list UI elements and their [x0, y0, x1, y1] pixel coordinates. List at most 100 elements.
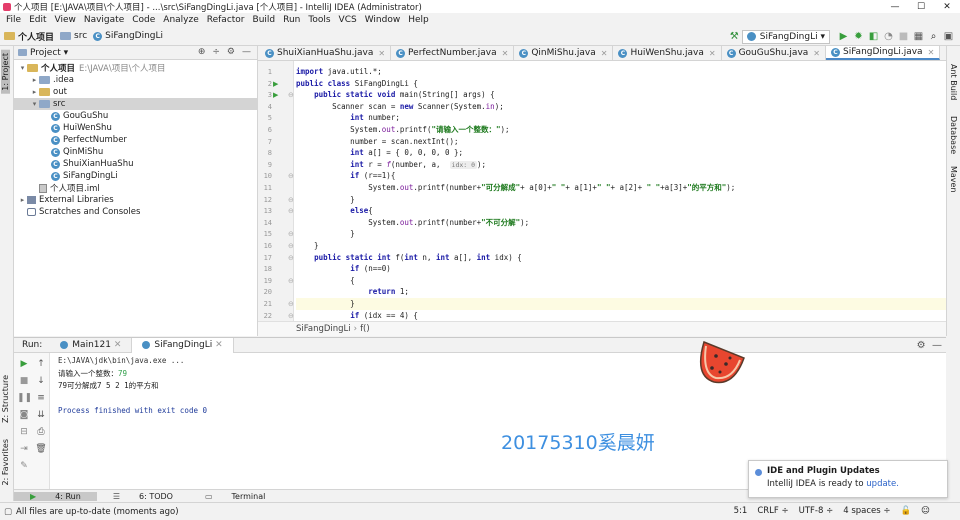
- code-line[interactable]: else{: [296, 205, 946, 217]
- console-output[interactable]: E:\JAVA\jdk\bin\java.exe ... 请输入一个整数：79 79…: [58, 355, 207, 418]
- fold-icon[interactable]: ⊖: [288, 196, 294, 204]
- bottom-tab-todo[interactable]: ☰ 6: TODO: [97, 492, 189, 501]
- pin-icon[interactable]: ✎: [17, 461, 31, 471]
- tree-node[interactable]: GouGuShu: [14, 110, 257, 122]
- run-settings-icon[interactable]: ⚙ —: [917, 340, 942, 351]
- run-gutter-icon[interactable]: ▶: [273, 91, 278, 99]
- editor-tab[interactable]: ShuiXianHuaShu.java ✕: [260, 46, 392, 60]
- close-tab-icon[interactable]: ✕: [215, 340, 223, 350]
- code-line[interactable]: }: [296, 228, 946, 240]
- scroll-up-icon[interactable]: ↑: [34, 359, 48, 369]
- breadcrumb-src[interactable]: src: [60, 31, 87, 41]
- tree-node[interactable]: ▾ src: [14, 98, 257, 110]
- run-tab-sifangdingli[interactable]: SiFangDingLi ✕: [132, 337, 234, 353]
- fold-icon[interactable]: ⊖: [288, 300, 294, 308]
- run-icon[interactable]: ▶: [836, 29, 851, 44]
- bottom-tab-terminal[interactable]: ▭ Terminal: [189, 492, 281, 501]
- code-line[interactable]: int a[] = { 0, 0, 0, 0 };: [296, 147, 946, 159]
- stop-icon[interactable]: ■: [896, 29, 911, 44]
- breadcrumb-project[interactable]: 个人项目: [4, 30, 54, 43]
- stop-icon[interactable]: ■: [17, 376, 31, 386]
- update-notification[interactable]: IDE and Plugin Updates IntelliJ IDEA is …: [748, 460, 948, 498]
- close-tab-icon[interactable]: ✕: [378, 49, 385, 58]
- fold-icon[interactable]: ⊖: [288, 172, 294, 180]
- menu-file[interactable]: File: [2, 15, 25, 25]
- code-line[interactable]: return 1;: [296, 286, 946, 298]
- close-tab-icon[interactable]: ✕: [502, 49, 509, 58]
- run-config-select[interactable]: SiFangDingLi ▾: [741, 29, 830, 44]
- coverage-icon[interactable]: ◧: [866, 29, 881, 44]
- fold-icon[interactable]: ⊖: [288, 254, 294, 262]
- tree-node[interactable]: Scratches and Consoles: [14, 206, 257, 218]
- code-line[interactable]: if (r==1){: [296, 170, 946, 182]
- code-line[interactable]: int number;: [296, 112, 946, 124]
- expand-arrow-icon[interactable]: ▾: [30, 100, 39, 108]
- collapse-icon[interactable]: ÷: [212, 47, 220, 57]
- caret-position[interactable]: 5:1: [734, 506, 748, 516]
- editor-tab[interactable]: GouGuShu.java ✕: [722, 46, 826, 60]
- breadcrumb-file[interactable]: SiFangDingLi: [93, 31, 163, 41]
- code-line[interactable]: public static void main(String[] args) {: [296, 89, 946, 101]
- close-tab-icon[interactable]: ✕: [709, 49, 716, 58]
- favorites-tool-tab[interactable]: 2: Favorites: [1, 436, 10, 488]
- database-tool-tab[interactable]: Database: [949, 116, 958, 154]
- code-line[interactable]: if (n==0): [296, 263, 946, 275]
- code-area[interactable]: import java.util.*; public class SiFangDi…: [296, 61, 946, 321]
- tree-node[interactable]: ▸ out: [14, 86, 257, 98]
- editor-tab[interactable]: HuiWenShu.java ✕: [613, 46, 722, 60]
- gear-icon[interactable]: ⚙: [227, 47, 235, 57]
- maven-tool-tab[interactable]: Maven: [949, 166, 958, 193]
- menu-vcs[interactable]: VCS: [335, 15, 361, 25]
- menu-window[interactable]: Window: [361, 15, 405, 25]
- code-line[interactable]: System.out.printf(number+"可分解成"+ a[0]+" …: [296, 182, 946, 194]
- structure-tool-tab[interactable]: Z: Structure: [1, 372, 10, 426]
- search-icon[interactable]: ⌕: [926, 29, 941, 44]
- fold-icon[interactable]: ⊖: [288, 207, 294, 215]
- hammer-icon[interactable]: ⚒: [727, 29, 742, 44]
- code-line[interactable]: number = scan.nextInt();: [296, 136, 946, 148]
- scroll-down-icon[interactable]: ↓: [34, 376, 48, 386]
- restore-layout-icon[interactable]: ⊟: [17, 427, 31, 437]
- code-line[interactable]: if (idx == 4) {: [296, 310, 946, 321]
- code-line[interactable]: int r = f(number, a, idx: 0);: [296, 159, 946, 171]
- tree-node[interactable]: SiFangDingLi: [14, 170, 257, 182]
- tree-node[interactable]: ▸ External Libraries: [14, 194, 257, 206]
- menu-refactor[interactable]: Refactor: [203, 15, 249, 25]
- line-separator[interactable]: CRLF ÷: [757, 506, 788, 516]
- code-line[interactable]: import java.util.*;: [296, 66, 946, 78]
- code-line[interactable]: }: [296, 194, 946, 206]
- project-tool-tab[interactable]: 1: Project: [1, 50, 10, 94]
- menu-build[interactable]: Build: [249, 15, 280, 25]
- pause-icon[interactable]: ❚❚: [17, 393, 32, 403]
- file-encoding[interactable]: UTF-8 ÷: [799, 506, 834, 516]
- code-line[interactable]: public class SiFangDingLi {: [296, 78, 946, 90]
- inspector-icon[interactable]: ☺: [921, 506, 930, 516]
- fold-icon[interactable]: ⊖: [288, 277, 294, 285]
- menu-edit[interactable]: Edit: [25, 15, 50, 25]
- run-gutter-icon[interactable]: ▶: [273, 80, 278, 88]
- run-tab-main121[interactable]: Main121 ✕: [50, 337, 133, 353]
- fold-icon[interactable]: ⊖: [288, 230, 294, 238]
- tree-node[interactable]: ▾ 个人项目 E:\JAVA\项目\个人项目: [14, 62, 257, 74]
- expand-arrow-icon[interactable]: ▸: [30, 88, 39, 96]
- expand-arrow-icon[interactable]: ▸: [18, 196, 27, 204]
- menu-code[interactable]: Code: [128, 15, 159, 25]
- tree-node[interactable]: 个人项目.iml: [14, 182, 257, 194]
- code-line[interactable]: System.out.printf("请输入一个整数：");: [296, 124, 946, 136]
- menu-run[interactable]: Run: [279, 15, 304, 25]
- menu-analyze[interactable]: Analyze: [159, 15, 202, 25]
- status-icon[interactable]: ▢: [4, 507, 12, 517]
- editor-tab[interactable]: QinMiShu.java ✕: [514, 46, 614, 60]
- tree-node[interactable]: ShuiXianHuaShu: [14, 158, 257, 170]
- code-line[interactable]: {: [296, 275, 946, 287]
- close-tab-icon[interactable]: ✕: [114, 340, 122, 350]
- close-tab-icon[interactable]: ✕: [928, 48, 935, 57]
- close-tab-icon[interactable]: ✕: [601, 49, 608, 58]
- breadcrumb-method[interactable]: f(): [360, 324, 370, 334]
- fold-icon[interactable]: ⊖: [288, 242, 294, 250]
- menu-tools[interactable]: Tools: [304, 15, 334, 25]
- tree-node[interactable]: PerfectNumber: [14, 134, 257, 146]
- code-line[interactable]: }: [296, 240, 946, 252]
- code-line[interactable]: System.out.printf(number+"不可分解");: [296, 217, 946, 229]
- fold-icon[interactable]: ⊖: [288, 312, 294, 320]
